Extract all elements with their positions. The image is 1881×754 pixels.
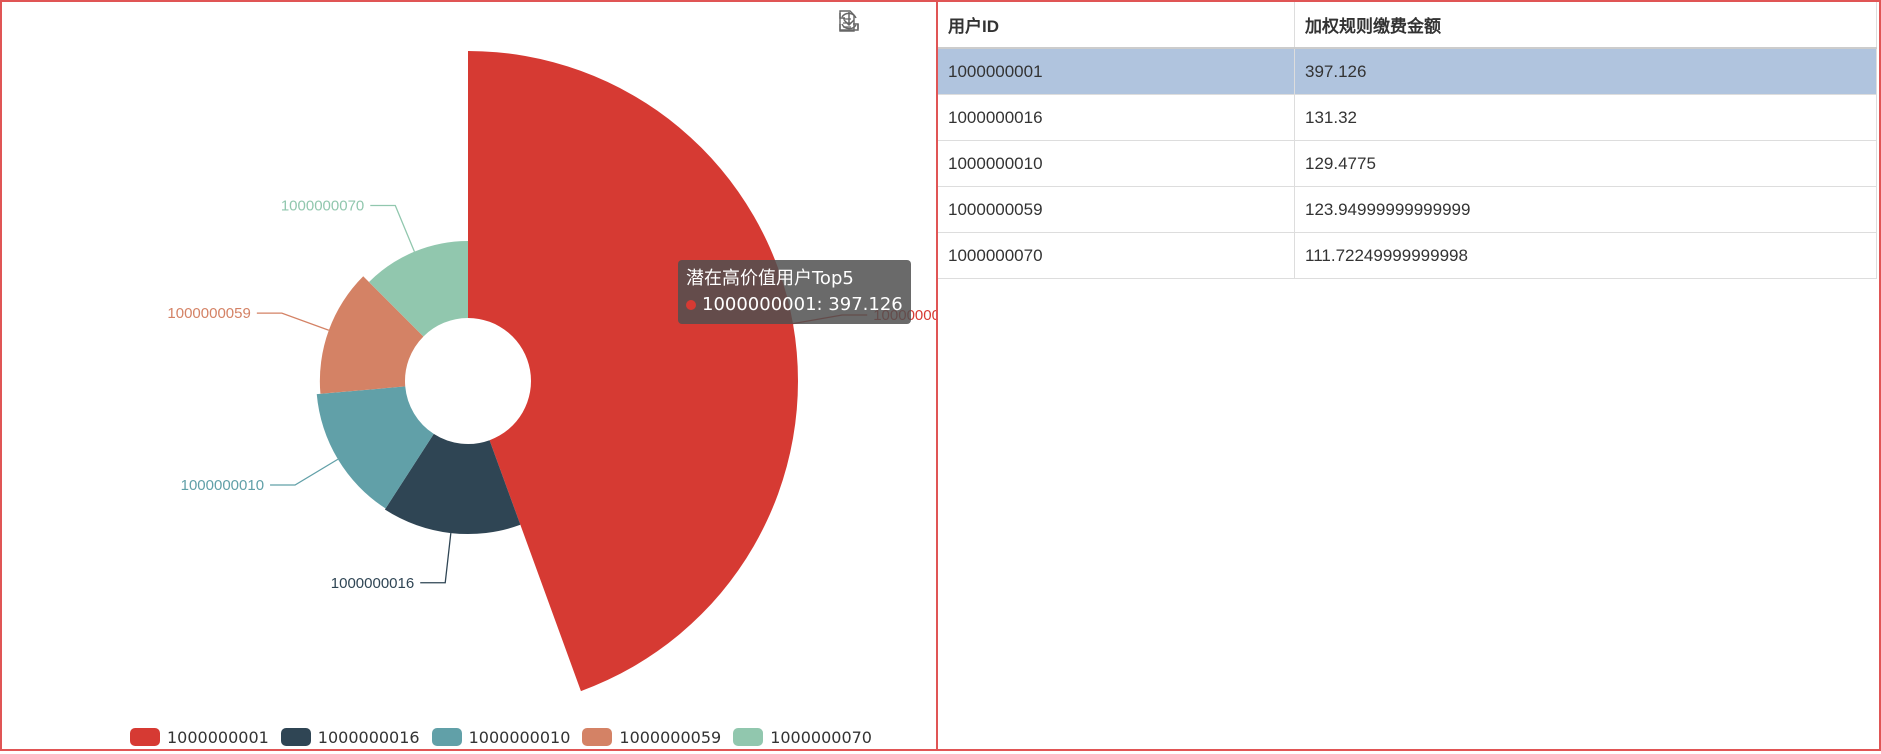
cell-user-id: 1000000016: [938, 94, 1295, 141]
legend-label: 1000000070: [770, 727, 872, 747]
legend-label: 1000000016: [317, 727, 420, 747]
cell-amount: 397.126: [1294, 48, 1877, 95]
tooltip-title: 潜在高价值用户Top5: [686, 268, 854, 289]
table-row[interactable]: 1000000059 123.94999999999999: [938, 186, 1877, 233]
slice-label: 1000000016: [331, 575, 414, 592]
chart-toolbox: [838, 10, 930, 34]
save-image-icon[interactable]: [839, 10, 930, 34]
cell-user-id: 1000000070: [938, 232, 1295, 279]
cell-amount: 111.72249999999998: [1294, 232, 1877, 279]
table-panel: 用户ID 加权规则缴费金额 1000000001 397.126 100000001…: [938, 2, 1878, 749]
chart-legend: 1000000001 1000000016 1000000010 1000000059…: [130, 726, 872, 748]
table-row[interactable]: 1000000001 397.126: [938, 48, 1877, 95]
legend-item[interactable]: 1000000001: [130, 726, 269, 748]
rose-slice[interactable]: [468, 51, 798, 692]
legend-label: 1000000059: [619, 727, 722, 747]
cell-user-id: 1000000001: [938, 48, 1295, 95]
chart-tooltip: 潜在高价值用户Top5 1000000001: 397.126: [678, 260, 911, 324]
table-header-row: 用户ID 加权规则缴费金额: [938, 2, 1877, 49]
legend-item[interactable]: 1000000059: [582, 726, 721, 748]
legend-swatch: [733, 728, 764, 746]
tooltip-dot: [686, 300, 696, 310]
legend-swatch: [280, 728, 311, 746]
cell-amount: 129.4775: [1294, 140, 1877, 187]
slice-label: 1000000059: [167, 305, 250, 322]
legend-swatch: [130, 728, 160, 746]
slice-leader-line: [420, 533, 452, 584]
slice-leader-line: [270, 458, 339, 486]
tooltip-line-row: 1000000001: 397.126: [686, 292, 903, 318]
table-row[interactable]: 1000000010 129.4775: [938, 140, 1877, 187]
restore-icon[interactable]: [839, 10, 896, 34]
slice-label: 1000000070: [281, 197, 364, 214]
legend-item[interactable]: 1000000070: [733, 726, 872, 748]
table-row[interactable]: 1000000016 131.32: [938, 94, 1877, 141]
table-row[interactable]: 1000000070 111.72249999999998: [938, 232, 1877, 279]
column-header-amount[interactable]: 加权规则缴费金额: [1294, 2, 1877, 49]
legend-item[interactable]: 1000000010: [431, 726, 571, 748]
column-header-user-id[interactable]: 用户ID: [938, 2, 1295, 49]
slice-leader-line: [256, 312, 330, 331]
slice-leader-line: [370, 204, 416, 252]
cell-user-id: 1000000010: [938, 140, 1295, 187]
cell-amount: 131.32: [1294, 94, 1877, 141]
cell-amount: 123.94999999999999: [1294, 186, 1877, 233]
slice-label: 1000000010: [181, 477, 264, 494]
legend-label: 1000000010: [468, 727, 571, 747]
cell-user-id: 1000000059: [938, 186, 1295, 233]
legend-swatch: [431, 728, 462, 746]
rose-chart: 1000000001100000001610000000101000000059…: [167, 51, 936, 692]
legend-item[interactable]: 1000000016: [280, 726, 420, 748]
legend-label: 1000000001: [167, 727, 269, 747]
legend-swatch: [582, 728, 613, 746]
chart-panel: 1000000001 1000000016 1000000010 1000000059…: [2, 2, 936, 749]
tooltip-line: 1000000001: 397.126: [702, 294, 903, 315]
data-table: 用户ID 加权规则缴费金额 1000000001 397.126 100000001…: [938, 2, 1877, 279]
